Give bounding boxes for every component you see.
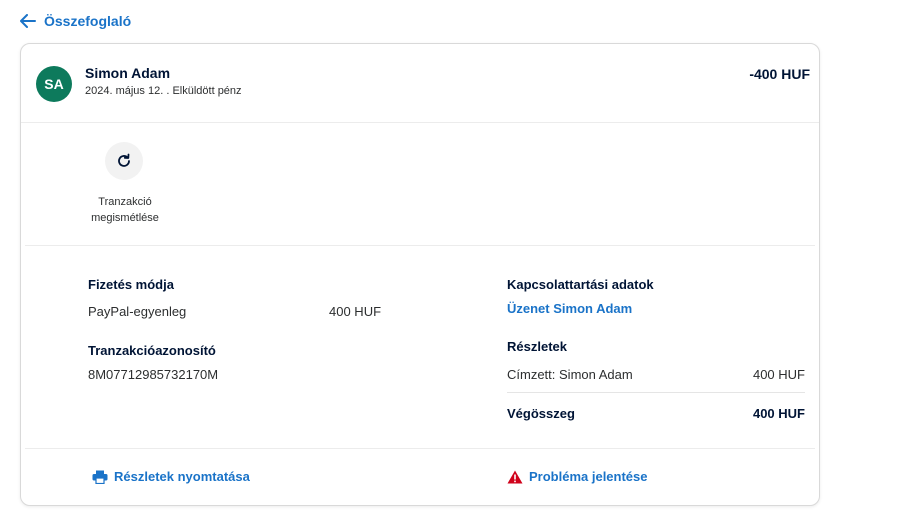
message-link[interactable]: Üzenet Simon Adam [507,301,632,316]
print-details-label: Részletek nyomtatása [114,469,250,484]
printer-icon [92,470,108,484]
back-link-label: Összefoglaló [44,13,132,29]
recipient-amount: 400 HUF [752,367,805,382]
report-problem-button[interactable]: Probléma jelentése [507,469,648,484]
transaction-id-heading: Tranzakcióazonosító [88,343,216,358]
transaction-amount: -400 HUF [749,66,810,82]
warning-icon [507,470,523,483]
refresh-icon [118,153,130,167]
arrow-left-icon [20,14,36,28]
back-link[interactable]: Összefoglaló [20,13,131,29]
transaction-subline: 2024. május 12. . Elküldött pénz [85,85,242,97]
total-divider [507,392,805,393]
transaction-id-value: 8M07712985732170M [88,367,219,382]
divider [25,448,815,449]
repeat-transaction-button[interactable] [105,142,143,180]
recipient-label: Címzett: Simon Adam [507,367,633,382]
details-heading: Részletek [507,339,567,354]
print-details-button[interactable]: Részletek nyomtatása [92,469,250,484]
counterparty-name: Simon Adam [85,65,171,81]
total-label: Végösszeg [507,406,575,421]
divider [21,122,819,123]
transaction-card: SA Simon Adam 2024. május 12. . Elküldöt… [20,43,820,506]
payment-method-value: PayPal-egyenleg [88,304,187,319]
payment-method-amount: 400 HUF [329,304,382,319]
contact-heading: Kapcsolattartási adatok [507,277,654,292]
payment-method-heading: Fizetés módja [88,277,174,292]
repeat-transaction-label: Tranzakció megismétlése [91,196,159,224]
total-amount: 400 HUF [752,406,805,421]
avatar: SA [36,66,72,102]
report-problem-label: Probléma jelentése [529,469,648,484]
divider [25,245,815,246]
